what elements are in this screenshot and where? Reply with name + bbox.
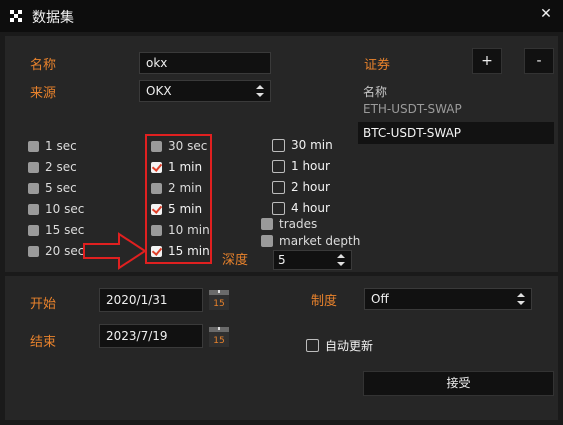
securities-list: 名称 ETH-USDT-SWAP BTC-USDT-SWAP: [358, 80, 554, 148]
checkbox[interactable]: [306, 339, 319, 352]
interval-15sec[interactable]: 15 sec: [28, 223, 84, 237]
svg-text:15: 15: [213, 299, 224, 309]
name-input[interactable]: okx: [139, 52, 271, 74]
option-market-depth[interactable]: market depth: [261, 234, 360, 248]
interval-2sec[interactable]: 2 sec: [28, 160, 77, 174]
start-date-input[interactable]: 2020/1/31: [99, 288, 203, 312]
list-item[interactable]: ETH-USDT-SWAP: [358, 98, 554, 120]
list-item-selected[interactable]: BTC-USDT-SWAP: [358, 122, 554, 144]
auto-update-checkbox[interactable]: 自动更新: [306, 337, 373, 354]
checkbox[interactable]: [28, 140, 39, 152]
securities-label: 证券: [364, 58, 391, 73]
accept-button[interactable]: 接受: [363, 371, 554, 396]
calendar-icon[interactable]: 15: [209, 290, 229, 310]
checkbox[interactable]: [261, 218, 273, 230]
svg-text:15: 15: [213, 336, 224, 346]
source-label: 来源: [30, 86, 57, 101]
app-logo-icon: [9, 9, 23, 23]
add-security-button[interactable]: +: [472, 48, 502, 74]
interval-5sec[interactable]: 5 sec: [28, 181, 77, 195]
close-icon[interactable]: ✕: [538, 6, 554, 22]
interval-10sec[interactable]: 10 sec: [28, 202, 84, 216]
option-trades[interactable]: trades: [261, 217, 317, 231]
depth-spinbox[interactable]: 5: [273, 250, 352, 270]
checkbox[interactable]: [28, 203, 39, 215]
spin-arrows-icon[interactable]: [337, 253, 345, 267]
checkbox[interactable]: [272, 159, 285, 173]
interval-30min[interactable]: 30 min: [272, 138, 333, 152]
remove-security-button[interactable]: -: [524, 48, 554, 74]
source-select-value: OKX: [146, 84, 172, 98]
select-arrows-icon: [517, 293, 525, 305]
right-arrow-icon: [83, 232, 147, 270]
checkbox[interactable]: [28, 245, 39, 257]
checkbox[interactable]: [28, 224, 39, 236]
window-title: 数据集: [32, 10, 74, 26]
checkbox[interactable]: [272, 180, 285, 194]
checkbox[interactable]: [272, 201, 285, 215]
source-select[interactable]: OKX: [139, 80, 271, 102]
checkbox[interactable]: [28, 182, 39, 194]
depth-value: 5: [278, 253, 286, 267]
checkbox[interactable]: [272, 138, 285, 152]
checkbox[interactable]: [261, 235, 273, 247]
mode-select-value: Off: [371, 292, 389, 306]
calendar-icon[interactable]: 15: [209, 327, 229, 347]
checkbox[interactable]: [28, 161, 39, 173]
mode-select[interactable]: Off: [364, 288, 532, 310]
select-arrows-icon: [256, 85, 264, 97]
depth-label: 深度: [222, 253, 249, 268]
interval-2hour[interactable]: 2 hour: [272, 180, 330, 194]
interval-1sec[interactable]: 1 sec: [28, 139, 77, 153]
highlight-box: [145, 134, 212, 264]
start-label: 开始: [30, 297, 57, 312]
interval-1hour[interactable]: 1 hour: [272, 159, 330, 173]
mode-label: 制度: [311, 294, 338, 309]
interval-20sec[interactable]: 20 sec: [28, 244, 84, 258]
interval-4hour[interactable]: 4 hour: [272, 201, 330, 215]
end-date-input[interactable]: 2023/7/19: [99, 324, 203, 348]
end-label: 结束: [30, 335, 57, 350]
name-label: 名称: [30, 58, 57, 73]
title-bar: 数据集 ✕: [0, 0, 563, 32]
